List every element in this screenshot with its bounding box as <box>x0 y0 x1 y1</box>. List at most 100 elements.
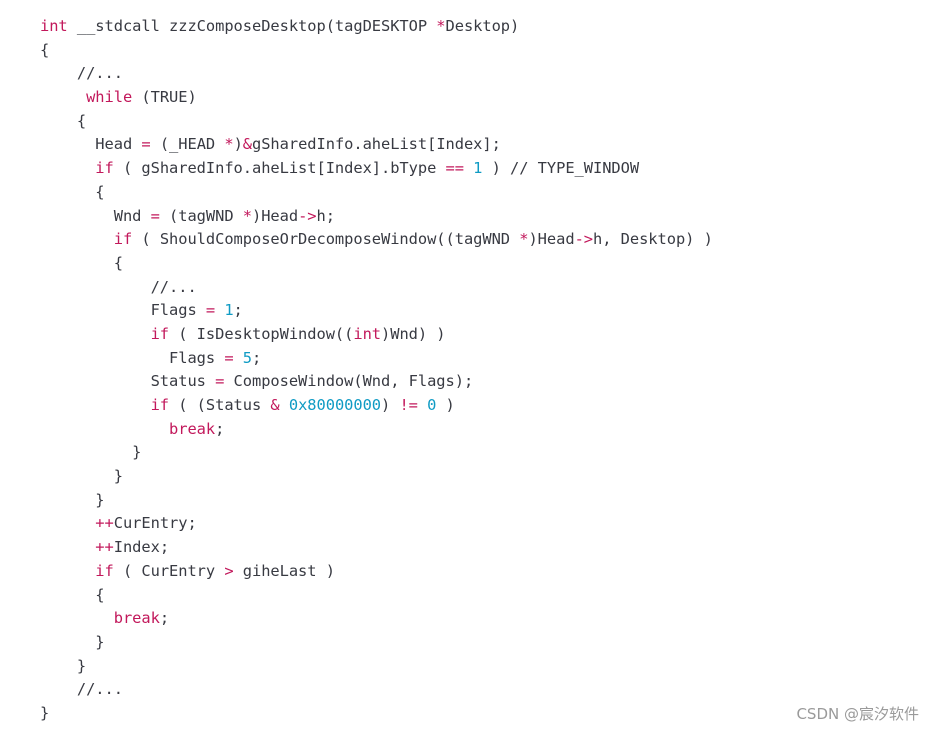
code-token: 1 <box>224 301 234 320</box>
code-token: ) <box>436 396 455 414</box>
code-token: = <box>215 372 225 391</box>
code-token: giheLast ) <box>233 561 335 580</box>
code-token: )Head <box>528 230 575 249</box>
code-token: * <box>436 17 446 35</box>
code-token: & <box>270 396 280 414</box>
code-token: * <box>224 135 234 154</box>
code-token: ) <box>381 396 400 414</box>
code-token: gSharedInfo.aheList[Index]; <box>252 135 501 154</box>
code-token: } <box>40 656 87 675</box>
code-token: == <box>445 159 464 178</box>
code-token: = <box>150 206 160 225</box>
code-token: ComposeWindow(Wnd, Flags); <box>224 372 474 391</box>
code-line: { <box>40 110 713 134</box>
code-line: //... <box>40 678 713 702</box>
code-line: { <box>40 252 713 276</box>
code-token: __stdcall zzzComposeDesktop(tagDESKTOP <box>67 17 437 35</box>
code-block: int __stdcall zzzComposeDesktop(tagDESKT… <box>40 15 713 726</box>
code-token: if <box>150 396 170 414</box>
code-token: //... <box>40 64 123 83</box>
code-line: //... <box>40 276 713 300</box>
code-token: CurEntry; <box>113 514 197 533</box>
code-token: * <box>242 206 252 225</box>
code-token: 5 <box>242 348 252 367</box>
code-token: ( (Status <box>169 396 271 414</box>
code-token: ; <box>251 348 262 367</box>
code-token: (tagWND <box>159 206 243 225</box>
code-token: if <box>150 324 170 343</box>
code-token: } <box>40 490 105 509</box>
code-token: { <box>40 182 105 201</box>
code-token: //... <box>40 680 123 699</box>
code-token: )Head <box>251 206 299 225</box>
code-token: ++ <box>95 538 114 557</box>
code-line: if ( (Status & 0x80000000) != 0 ) <box>40 394 713 418</box>
code-token: != <box>399 396 418 414</box>
code-token: } <box>40 632 105 651</box>
code-token: Status <box>40 372 216 391</box>
code-token: = <box>141 135 151 154</box>
code-token: { <box>40 585 105 604</box>
code-line: int __stdcall zzzComposeDesktop(tagDESKT… <box>40 15 713 39</box>
code-token: int <box>40 17 68 35</box>
code-line: } <box>40 441 713 465</box>
code-token: -> <box>298 206 317 225</box>
code-token: } <box>40 467 123 486</box>
code-token: h, Desktop) ) <box>593 230 713 249</box>
code-token: Flags <box>40 348 225 367</box>
code-line: { <box>40 584 713 608</box>
code-token: -> <box>574 230 593 249</box>
code-token: 1 <box>473 159 483 178</box>
code-token: break <box>113 609 160 628</box>
code-token: int <box>353 324 382 343</box>
code-line: while (TRUE) <box>40 86 713 110</box>
code-token: ; <box>215 419 225 438</box>
code-token: ) // TYPE_WINDOW <box>482 159 640 178</box>
code-line: break; <box>40 418 713 442</box>
code-token: = <box>205 301 216 320</box>
code-line: } <box>40 465 713 489</box>
code-token: Wnd <box>40 206 151 225</box>
code-line: } <box>40 631 713 655</box>
code-token: ; <box>233 301 243 320</box>
code-token: ( ShouldComposeOrDecomposeWindow((tagWND <box>132 230 520 249</box>
code-token: if <box>95 159 114 178</box>
code-token: ( IsDesktopWindow(( <box>169 324 354 343</box>
code-token: { <box>40 253 123 272</box>
code-token: Desktop) <box>445 17 520 35</box>
code-token: } <box>40 703 50 722</box>
code-token: ) <box>233 135 243 154</box>
code-token: ; <box>159 609 170 628</box>
code-line: if ( CurEntry > giheLast ) <box>40 560 713 584</box>
code-token: (_HEAD <box>150 135 225 154</box>
code-token: ( gSharedInfo.aheList[Index].bType <box>113 159 446 178</box>
code-token: while <box>86 88 133 107</box>
code-token: { <box>40 40 50 59</box>
code-line: if ( IsDesktopWindow((int)Wnd) ) <box>40 323 713 347</box>
code-line: Head = (_HEAD *)&gSharedInfo.aheList[Ind… <box>40 133 713 157</box>
code-line: //... <box>40 62 713 86</box>
code-line: Status = ComposeWindow(Wnd, Flags); <box>40 370 713 394</box>
code-token: Index; <box>113 538 170 557</box>
code-line: ++CurEntry; <box>40 512 713 536</box>
code-token: break <box>169 419 216 438</box>
watermark: CSDN @宸汐软件 <box>796 705 919 723</box>
code-token: Head <box>40 135 142 154</box>
code-token: (TRUE) <box>132 88 197 107</box>
code-token: 0 <box>427 396 437 414</box>
code-token: //... <box>40 277 197 296</box>
code-token: if <box>113 230 133 249</box>
